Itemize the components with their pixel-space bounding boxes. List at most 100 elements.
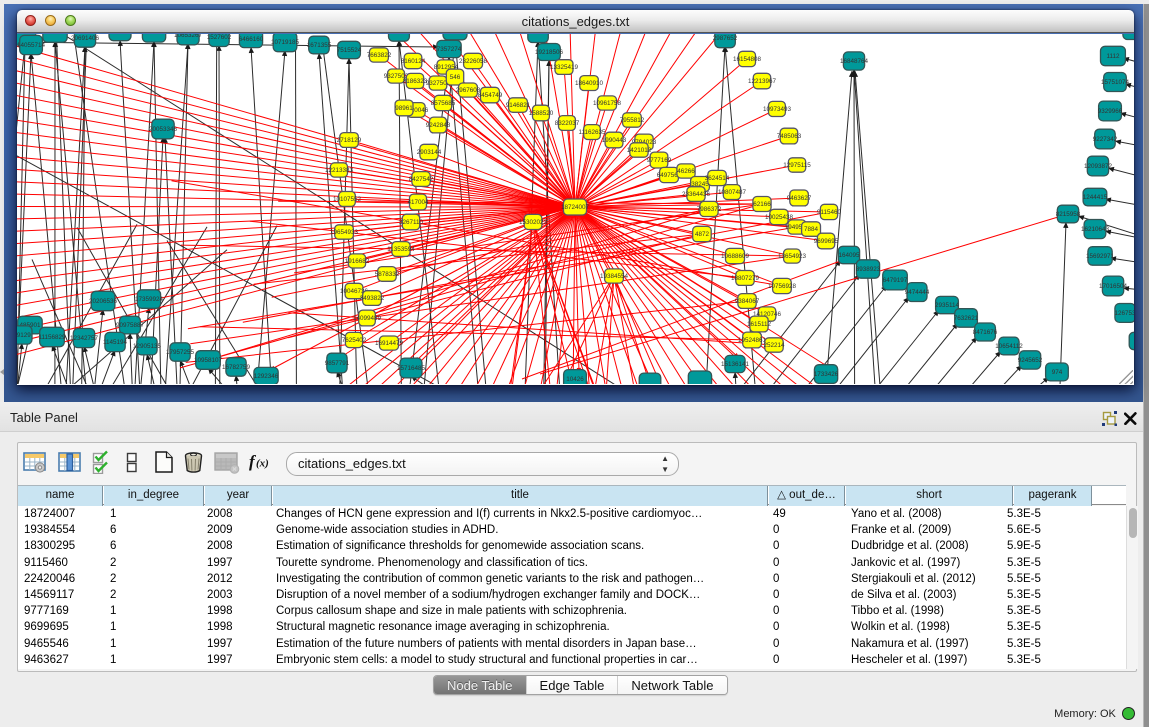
svg-text:7986372: 7986372: [697, 206, 722, 213]
svg-text:2903144: 2903144: [417, 149, 442, 156]
svg-text:98961: 98961: [395, 105, 413, 112]
svg-text:10961758: 10961758: [593, 100, 622, 107]
svg-text:10756928: 10756928: [768, 283, 797, 290]
svg-text:9242848: 9242848: [426, 122, 451, 129]
svg-text:9245652: 9245652: [1018, 357, 1043, 364]
svg-text:17359924: 17359924: [135, 296, 164, 303]
svg-text:1733426: 1733426: [814, 371, 839, 378]
svg-text:7632621: 7632621: [954, 315, 979, 322]
svg-text:10654112: 10654112: [995, 343, 1023, 350]
svg-text:9384067: 9384067: [735, 298, 760, 305]
svg-text:13325419: 13325419: [550, 64, 579, 71]
svg-text:46266: 46266: [677, 168, 695, 175]
svg-text:8186323: 8186323: [403, 78, 428, 85]
svg-text:1145194: 1145194: [103, 339, 128, 346]
svg-text:18724007: 18724007: [561, 204, 590, 211]
svg-text:16914479: 16914479: [375, 340, 404, 347]
svg-text:7955812: 7955812: [620, 117, 645, 124]
svg-text:18640910: 18640910: [575, 80, 604, 87]
svg-text:12213383: 12213383: [325, 167, 354, 174]
svg-text:1615112: 1615112: [747, 321, 772, 328]
svg-text:8215958: 8215958: [1056, 211, 1081, 218]
svg-text:8160124: 8160124: [401, 58, 426, 65]
svg-text:12905135: 12905135: [133, 343, 162, 350]
svg-text:15302023: 15302023: [519, 219, 548, 226]
svg-text:7663822: 7663822: [367, 52, 392, 59]
svg-text:10807487: 10807487: [718, 189, 747, 196]
svg-text:6466160: 6466160: [239, 36, 264, 43]
svg-text:7884: 7884: [804, 226, 819, 233]
svg-text:6479197: 6479197: [883, 277, 908, 284]
svg-text:1112: 1112: [1106, 53, 1120, 60]
svg-text:90975887: 90975887: [116, 322, 145, 329]
svg-text:19654933: 19654933: [330, 229, 359, 236]
svg-text:12093872: 12093872: [1084, 163, 1113, 170]
svg-text:7485063: 7485063: [777, 133, 802, 140]
svg-text:2718129: 2718129: [337, 137, 362, 144]
svg-text:15136141: 15136141: [721, 361, 750, 368]
svg-text:(x): (x): [256, 458, 269, 470]
svg-text:1990443: 1990443: [602, 137, 627, 144]
svg-text:2987652: 2987652: [713, 35, 738, 42]
svg-text:7357274: 7357274: [437, 46, 462, 53]
svg-text:1244415: 1244415: [1083, 194, 1108, 201]
svg-text:8813: 8813: [1128, 34, 1134, 35]
svg-text:12342757: 12342757: [70, 335, 99, 342]
svg-text:16154808: 16154808: [733, 56, 762, 63]
svg-text:1588520: 1588520: [529, 110, 554, 117]
svg-text:8322037: 8322037: [555, 120, 580, 127]
svg-text:19384554: 19384554: [600, 273, 629, 280]
svg-text:7515524: 7515524: [337, 47, 362, 54]
svg-text:17016504: 17016504: [1099, 283, 1128, 290]
svg-text:10426: 10426: [566, 376, 584, 383]
svg-text:5878332: 5878332: [375, 271, 400, 278]
svg-text:39129: 39129: [17, 332, 31, 339]
svg-text:1527602: 1527602: [207, 34, 232, 41]
svg-text:8427542: 8427542: [409, 176, 434, 183]
svg-text:15751074: 15751074: [1101, 79, 1130, 86]
svg-text:16848764: 16848764: [840, 58, 869, 65]
svg-text:9474444: 9474444: [905, 289, 930, 296]
svg-text:15692971: 15692971: [1086, 253, 1115, 260]
svg-text:1671355: 1671355: [307, 42, 332, 49]
svg-text:13654923: 13654923: [778, 253, 807, 260]
svg-text:10719185: 10719185: [271, 39, 300, 46]
svg-text:8471676: 8471676: [973, 329, 998, 336]
svg-text:15716485: 15716485: [397, 365, 426, 372]
svg-text:20691406: 20691406: [71, 35, 100, 42]
svg-text:8575685: 8575685: [431, 100, 456, 107]
svg-text:3267110: 3267110: [399, 219, 424, 226]
svg-text:1292346: 1292346: [254, 373, 279, 380]
svg-text:1421012: 1421012: [627, 147, 652, 154]
svg-text:9329966: 9329966: [1098, 108, 1123, 115]
svg-text:3624514: 3624514: [705, 175, 730, 182]
svg-text:10653267: 10653267: [174, 34, 203, 39]
svg-text:10958107: 10958107: [194, 357, 223, 364]
svg-text:1916682: 1916682: [345, 258, 370, 265]
svg-text:8938923: 8938923: [856, 266, 881, 273]
svg-text:20053346: 20053346: [149, 126, 178, 133]
svg-text:16033809: 16033809: [385, 34, 414, 36]
svg-text:10025438: 10025438: [765, 214, 794, 221]
svg-text:126753: 126753: [1114, 310, 1134, 317]
svg-text:20206536: 20206536: [89, 298, 118, 305]
svg-text:16782759: 16782759: [222, 364, 251, 371]
svg-text:9857791: 9857791: [325, 360, 350, 367]
svg-text:12975115: 12975115: [783, 162, 811, 169]
svg-text:12213967: 12213967: [748, 78, 777, 85]
svg-text:14099489: 14099489: [353, 315, 382, 322]
svg-text:9699695: 9699695: [814, 238, 839, 245]
svg-text:11353594: 11353594: [387, 246, 415, 253]
svg-text:14055714: 14055714: [17, 42, 45, 49]
svg-text:974: 974: [1052, 369, 1063, 376]
svg-text:17957255: 17957255: [166, 349, 195, 356]
svg-text:19218506: 19218506: [535, 49, 564, 56]
svg-text:2935114: 2935114: [935, 302, 960, 309]
svg-text:164095: 164095: [838, 252, 860, 259]
svg-text:3493822: 3493822: [360, 295, 385, 302]
svg-text:4872: 4872: [695, 231, 710, 238]
svg-text:252214: 252214: [763, 342, 785, 349]
svg-text:10688609: 10688609: [721, 253, 750, 260]
svg-text:417004: 417004: [407, 199, 429, 206]
svg-text:9463627: 9463627: [787, 195, 812, 202]
